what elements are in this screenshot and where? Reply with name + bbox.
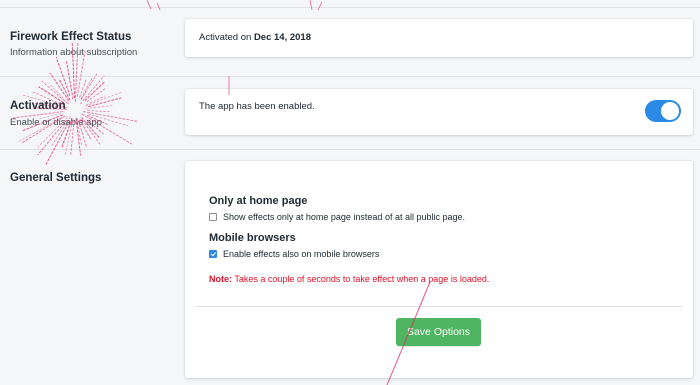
note-text: Note: Takes a couple of seconds to take …	[209, 274, 489, 284]
firework-ray	[49, 72, 70, 101]
activation-section-title: Activation	[10, 100, 66, 112]
note-message: Takes a couple of seconds to take effect…	[234, 274, 490, 284]
section-divider-2	[0, 149, 700, 150]
toggle-knob	[661, 102, 679, 120]
general-section-title: General Settings	[10, 172, 102, 184]
mobile-browsers-option[interactable]: Enable effects also on mobile browsers	[209, 249, 379, 259]
mobile-browsers-heading: Mobile browsers	[209, 232, 296, 244]
firework-ray	[85, 104, 114, 110]
top-divider	[0, 7, 700, 8]
firework-ray	[85, 91, 122, 107]
note-label: Note:	[209, 274, 232, 284]
firework-ray	[84, 80, 106, 101]
activated-date: Dec 14, 2018	[253, 32, 311, 43]
home-page-checkbox[interactable]	[209, 213, 217, 221]
save-options-button[interactable]: Save Options	[396, 318, 481, 346]
activated-prefix: Activated on	[199, 32, 252, 43]
status-card: Activated on Dec 14, 2018	[185, 19, 693, 57]
activation-section-description: Enable or disable app	[10, 117, 102, 128]
firework-ray	[79, 79, 87, 98]
firework-ray	[58, 78, 71, 101]
activated-on-text: Activated on Dec 14, 2018	[199, 32, 311, 43]
firework-ray	[80, 73, 98, 100]
firework-ray	[80, 77, 93, 99]
home-page-heading: Only at home page	[209, 195, 308, 207]
activation-message: The app has been enabled.	[199, 101, 315, 112]
firework-ray	[86, 88, 106, 103]
home-page-option[interactable]: Show effects only at home page instead o…	[209, 212, 465, 222]
activation-toggle[interactable]	[645, 100, 681, 122]
status-section-title: Firework Effect Status	[10, 31, 132, 43]
firework-ray	[66, 61, 74, 100]
firework-ray	[87, 110, 110, 113]
activation-card: The app has been enabled.	[185, 89, 693, 135]
firework-ray	[80, 75, 105, 105]
firework-ray	[44, 123, 69, 166]
card-divider	[195, 306, 683, 307]
firework-ray	[86, 95, 106, 106]
section-divider-1	[0, 76, 700, 77]
status-section-description: Information about subscription	[10, 47, 138, 58]
home-page-option-label: Show effects only at home page instead o…	[223, 212, 465, 222]
mobile-browsers-checkbox[interactable]	[209, 250, 217, 258]
mobile-browsers-option-label: Enable effects also on mobile browsers	[223, 249, 380, 259]
general-settings-card: Only at home page Show effects only at h…	[185, 161, 693, 378]
firework-ray	[88, 97, 122, 107]
